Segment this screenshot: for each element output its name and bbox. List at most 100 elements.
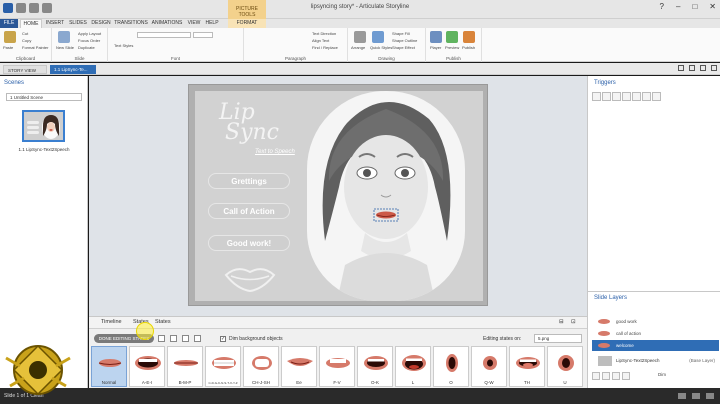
- tab-story-view[interactable]: STORY VIEW: [3, 65, 47, 74]
- state-thumbnail[interactable]: Normal: [91, 346, 127, 387]
- maximize-icon[interactable]: □: [692, 2, 697, 11]
- state-thumbnail[interactable]: TH: [509, 346, 545, 387]
- tab-timeline[interactable]: Timeline: [101, 319, 122, 325]
- tab-insert[interactable]: INSERT: [44, 19, 66, 28]
- publish-icon[interactable]: [463, 31, 475, 43]
- copy-trigger-icon[interactable]: [612, 92, 621, 101]
- tab-home[interactable]: HOME: [20, 19, 42, 28]
- call-of-action-button[interactable]: Call of Action: [208, 203, 290, 219]
- mouth-state-icon: [446, 354, 458, 372]
- arrange-icon[interactable]: [354, 31, 366, 43]
- text-styles-button[interactable]: Text Styles: [114, 43, 133, 48]
- scene-dropdown[interactable]: 1 Untitled Scene: [6, 93, 82, 101]
- copy-button[interactable]: Copy: [22, 38, 31, 43]
- state-thumbnail[interactable]: CH-J-SH: [243, 346, 279, 387]
- text-to-speech-link[interactable]: Text to Speech: [255, 149, 295, 155]
- state-thumbnail[interactable]: O-K: [357, 346, 393, 387]
- preview-button[interactable]: Preview: [445, 45, 459, 50]
- tab-slides[interactable]: SLIDES: [68, 19, 88, 28]
- delete-state-icon[interactable]: [182, 335, 189, 342]
- state-thumbnail[interactable]: A-E-I: [129, 346, 165, 387]
- move-up-icon[interactable]: [642, 92, 651, 101]
- state-thumbnail[interactable]: Ee: [281, 346, 317, 387]
- lipsync-logo: Lip Sync: [219, 102, 279, 144]
- shape-effect-button[interactable]: Shape Effect: [392, 45, 415, 50]
- cut-button[interactable]: Cut: [22, 31, 28, 36]
- panel-expand-icon[interactable]: ⊡: [571, 319, 576, 325]
- player-button[interactable]: Player: [430, 45, 441, 50]
- paste-trigger-icon[interactable]: [622, 92, 631, 101]
- tab-view[interactable]: VIEW: [186, 19, 202, 28]
- layer-row[interactable]: good work: [592, 316, 719, 327]
- panel-max-icon[interactable]: [700, 65, 706, 71]
- undo-state-icon[interactable]: [194, 335, 201, 342]
- publish-button[interactable]: Publish: [462, 45, 475, 50]
- state-thumbnail[interactable]: O: [433, 346, 469, 387]
- paste-button[interactable]: Paste: [3, 45, 13, 50]
- state-thumbnail[interactable]: U: [547, 346, 583, 387]
- state-thumbnail[interactable]: Q-W: [471, 346, 507, 387]
- apply-layout-button[interactable]: Apply Layout: [78, 31, 101, 36]
- layer-properties-icon[interactable]: [622, 372, 630, 380]
- minimize-icon[interactable]: –: [676, 2, 680, 11]
- quick-styles-icon[interactable]: [372, 31, 384, 43]
- preview-icon[interactable]: [446, 31, 458, 43]
- layer-row[interactable]: call of action: [592, 328, 719, 339]
- panel-close-icon[interactable]: [711, 65, 717, 71]
- new-trigger-icon[interactable]: [592, 92, 601, 101]
- close-icon[interactable]: ✕: [709, 2, 716, 11]
- state-thumbnail[interactable]: C-D-G-K-N-S-T-X-Y-Z: [205, 346, 241, 387]
- fit-icon[interactable]: [706, 393, 714, 399]
- duplicate-state-icon[interactable]: [170, 335, 177, 342]
- new-state-icon[interactable]: [158, 335, 165, 342]
- shape-fill-button[interactable]: Shape Fill: [392, 31, 410, 36]
- layer-row-selected[interactable]: welcome: [592, 340, 719, 351]
- delete-trigger-icon[interactable]: [632, 92, 641, 101]
- text-direction-button[interactable]: Text Direction: [312, 31, 336, 36]
- tab-slide[interactable]: 1.1 LipSync-Te...: [50, 65, 96, 74]
- quick-styles-button[interactable]: Quick Styles: [370, 45, 392, 50]
- new-slide-icon[interactable]: [58, 31, 70, 43]
- paste-icon[interactable]: [4, 31, 16, 43]
- tab-animations[interactable]: ANIMATIONS: [150, 19, 184, 28]
- tab-design[interactable]: DESIGN: [90, 19, 112, 28]
- panel-restore-icon[interactable]: [689, 65, 695, 71]
- new-slide-button[interactable]: New Slide: [56, 45, 74, 50]
- move-down-icon[interactable]: [652, 92, 661, 101]
- new-layer-icon[interactable]: [592, 372, 600, 380]
- edit-trigger-icon[interactable]: [602, 92, 611, 101]
- delete-layer-icon[interactable]: [612, 372, 620, 380]
- tab-help[interactable]: HELP: [204, 19, 220, 28]
- font-size-input[interactable]: [193, 32, 213, 38]
- player-icon[interactable]: [430, 31, 442, 43]
- slide-canvas[interactable]: Lip Sync Text to Speech Grettings Call o…: [188, 84, 488, 306]
- duplicate-layer-icon[interactable]: [602, 372, 610, 380]
- font-family-input[interactable]: [137, 32, 191, 38]
- tab-transitions[interactable]: TRANSITIONS: [114, 19, 148, 28]
- tab-file[interactable]: FILE: [0, 19, 18, 28]
- tab-states-overlay[interactable]: States: [155, 319, 171, 325]
- state-thumbnail[interactable]: L: [395, 346, 431, 387]
- base-layer-row[interactable]: LipSync-Text2Speech (Base Layer): [592, 354, 719, 368]
- dim-background-checkbox[interactable]: ✓: [220, 336, 226, 342]
- state-thumbnail[interactable]: B-M-P: [167, 346, 203, 387]
- tab-format[interactable]: FORMAT: [228, 19, 266, 28]
- editing-states-dropdown[interactable]: 5.png: [534, 334, 582, 343]
- panel-pin-icon[interactable]: ⊟: [559, 319, 564, 325]
- zoom-in-icon[interactable]: [692, 393, 700, 399]
- greetings-button[interactable]: Grettings: [208, 173, 290, 189]
- format-painter-button[interactable]: Format Painter: [22, 45, 48, 50]
- slide-thumbnail[interactable]: [22, 110, 65, 142]
- duplicate-button[interactable]: Duplicate: [78, 45, 95, 50]
- lips-decoration-icon: [224, 268, 276, 293]
- shape-outline-button[interactable]: Shape Outline: [392, 38, 417, 43]
- good-work-button[interactable]: Good work!: [208, 235, 290, 251]
- arrange-button[interactable]: Arrange: [351, 45, 365, 50]
- help-icon[interactable]: ?: [660, 2, 664, 11]
- focus-order-button[interactable]: Focus Order: [78, 38, 100, 43]
- zoom-out-icon[interactable]: [678, 393, 686, 399]
- find-replace-button[interactable]: Find / Replace: [312, 45, 338, 50]
- state-thumbnail[interactable]: F-V: [319, 346, 355, 387]
- align-text-button[interactable]: Align Text: [312, 38, 329, 43]
- panel-minimize-icon[interactable]: [678, 65, 684, 71]
